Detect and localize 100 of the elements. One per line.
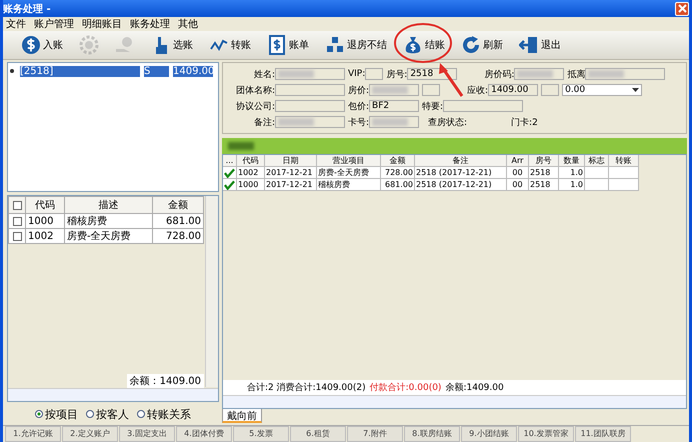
annotation-arrow (439, 63, 464, 97)
menu-item[interactable]: 其他 (178, 17, 198, 31)
close-icon (678, 4, 686, 13)
dollar-icon (21, 35, 41, 55)
input-field[interactable] (275, 68, 345, 80)
input-field[interactable]: 0.00 (562, 84, 642, 96)
tab[interactable]: 戴向前 (222, 409, 262, 423)
coin-hand-icon (115, 35, 135, 55)
redacted-block (228, 142, 254, 150)
column-header: 描述 (64, 196, 152, 214)
blocks-icon (325, 35, 345, 55)
table-cell (585, 179, 609, 191)
field-label: 特要: (422, 100, 444, 112)
tab[interactable]: 3.固定支出 (119, 426, 175, 442)
table-cell: 1000 (237, 179, 265, 191)
table-cell: 681.00 (152, 214, 204, 228)
input-field[interactable] (275, 116, 345, 128)
scrollbar[interactable] (205, 196, 218, 387)
table-cell: 00 (507, 179, 529, 191)
tab[interactable]: 7.附件 (347, 426, 403, 442)
gear-icon (79, 35, 99, 55)
column-header: 金额 (152, 196, 204, 214)
field-label: 房号: (386, 68, 408, 80)
scrollbar[interactable] (223, 395, 686, 408)
toolbar-button[interactable]: 刷新 (455, 33, 509, 57)
field-label: 查房状态: (428, 116, 468, 128)
summary-text: 付款合计:0.00(0) (370, 382, 442, 394)
money-bag-icon (403, 35, 423, 55)
menu-item[interactable]: 账务处理 (130, 17, 170, 31)
tab[interactable]: 11.团队联房 (575, 426, 631, 442)
field-label: 门卡:2 (511, 116, 538, 128)
field-label: 团体名称: (236, 84, 275, 96)
close-button[interactable] (675, 2, 689, 16)
toolbar-button[interactable]: 结账 (397, 33, 451, 57)
bill-icon (267, 35, 287, 55)
toolbar-button[interactable]: 转账 (203, 33, 257, 57)
input-field[interactable] (514, 68, 564, 80)
input-field[interactable]: 1409.00 (488, 84, 538, 96)
checkbox[interactable] (12, 232, 22, 240)
input-field[interactable] (585, 68, 666, 80)
field-label: 应收: (467, 84, 488, 96)
table-cell: 2017-12-21 (265, 179, 317, 191)
tab[interactable]: 5.发票 (233, 426, 289, 442)
menu-item[interactable]: 账户管理 (34, 17, 74, 31)
tab[interactable]: 1.允许记账 (5, 426, 61, 442)
field-label: 抵离 (567, 68, 586, 80)
field-label: 包价: (348, 100, 370, 112)
table-cell: 2518 (2017-12-21) (415, 179, 507, 191)
dropdown-arrow-icon (632, 88, 640, 92)
field-label: 姓名: (254, 68, 275, 80)
menu-item[interactable]: 明细账目 (82, 17, 122, 31)
input-field[interactable] (275, 100, 345, 112)
input-field[interactable] (541, 84, 560, 96)
refresh-icon (461, 35, 481, 55)
checkbox[interactable] (12, 200, 22, 210)
toolbar-button[interactable]: 选账 (145, 33, 199, 57)
menu-item[interactable]: 文件 (6, 17, 26, 31)
table-cell: 728.00 (152, 228, 204, 244)
table-cell: 1000 (26, 214, 64, 228)
table-cell: 1.0 (559, 179, 585, 191)
field-label: 协议公司: (236, 100, 275, 112)
toolbar-button[interactable]: 入账 (15, 33, 69, 57)
input-field[interactable] (443, 100, 524, 112)
table-cell: 房费-全天房费 (64, 228, 152, 244)
radio-option[interactable]: 按客人 (86, 406, 129, 422)
table-cell: 1002 (26, 228, 64, 244)
tab[interactable]: 2.定义账户 (62, 426, 118, 442)
annotation-circle (394, 23, 452, 63)
table-cell: 681.00 (381, 179, 415, 191)
field-label: 房价码: (484, 68, 514, 80)
radio-option[interactable]: 按项目 (35, 406, 78, 422)
input-field[interactable] (422, 84, 440, 96)
input-field[interactable] (365, 68, 384, 80)
checkbox[interactable] (12, 216, 22, 226)
table-cell: 稽核房费 (317, 179, 381, 191)
input-field[interactable] (275, 84, 345, 96)
tab[interactable]: 4.团体付费 (176, 426, 232, 442)
tab[interactable]: 9.小团结账 (461, 426, 517, 442)
field-label: 卡号: (348, 116, 370, 128)
table-cell: 2518 (529, 179, 559, 191)
field-label: 房价: (348, 84, 370, 96)
input-field[interactable] (369, 84, 420, 96)
field-label: 备注: (254, 116, 275, 128)
tab[interactable]: 6.租赁 (290, 426, 346, 442)
tab[interactable]: 8.联房结账 (404, 426, 460, 442)
window-title: 账务处理 - (3, 2, 51, 16)
scrollbar[interactable] (8, 388, 218, 401)
exit-icon (519, 35, 539, 55)
balance-text: 余额：1409.00 (126, 374, 204, 388)
input-field[interactable]: BF2 (369, 100, 420, 112)
radio-option[interactable]: 转账关系 (137, 406, 191, 422)
tab[interactable]: 10.发票管家 (518, 426, 574, 442)
toolbar-button[interactable]: 退出 (513, 33, 567, 57)
summary-text: 合计:2 消费合计:1409.00(2) (247, 382, 366, 394)
field-label: VIP: (348, 69, 366, 79)
input-field[interactable] (369, 116, 420, 128)
table-cell (609, 179, 639, 191)
toolbar-button[interactable]: 账单 (261, 33, 315, 57)
summary-text: 余额:1409.00 (445, 382, 504, 394)
toolbar-button[interactable]: 退房不结 (319, 33, 393, 57)
